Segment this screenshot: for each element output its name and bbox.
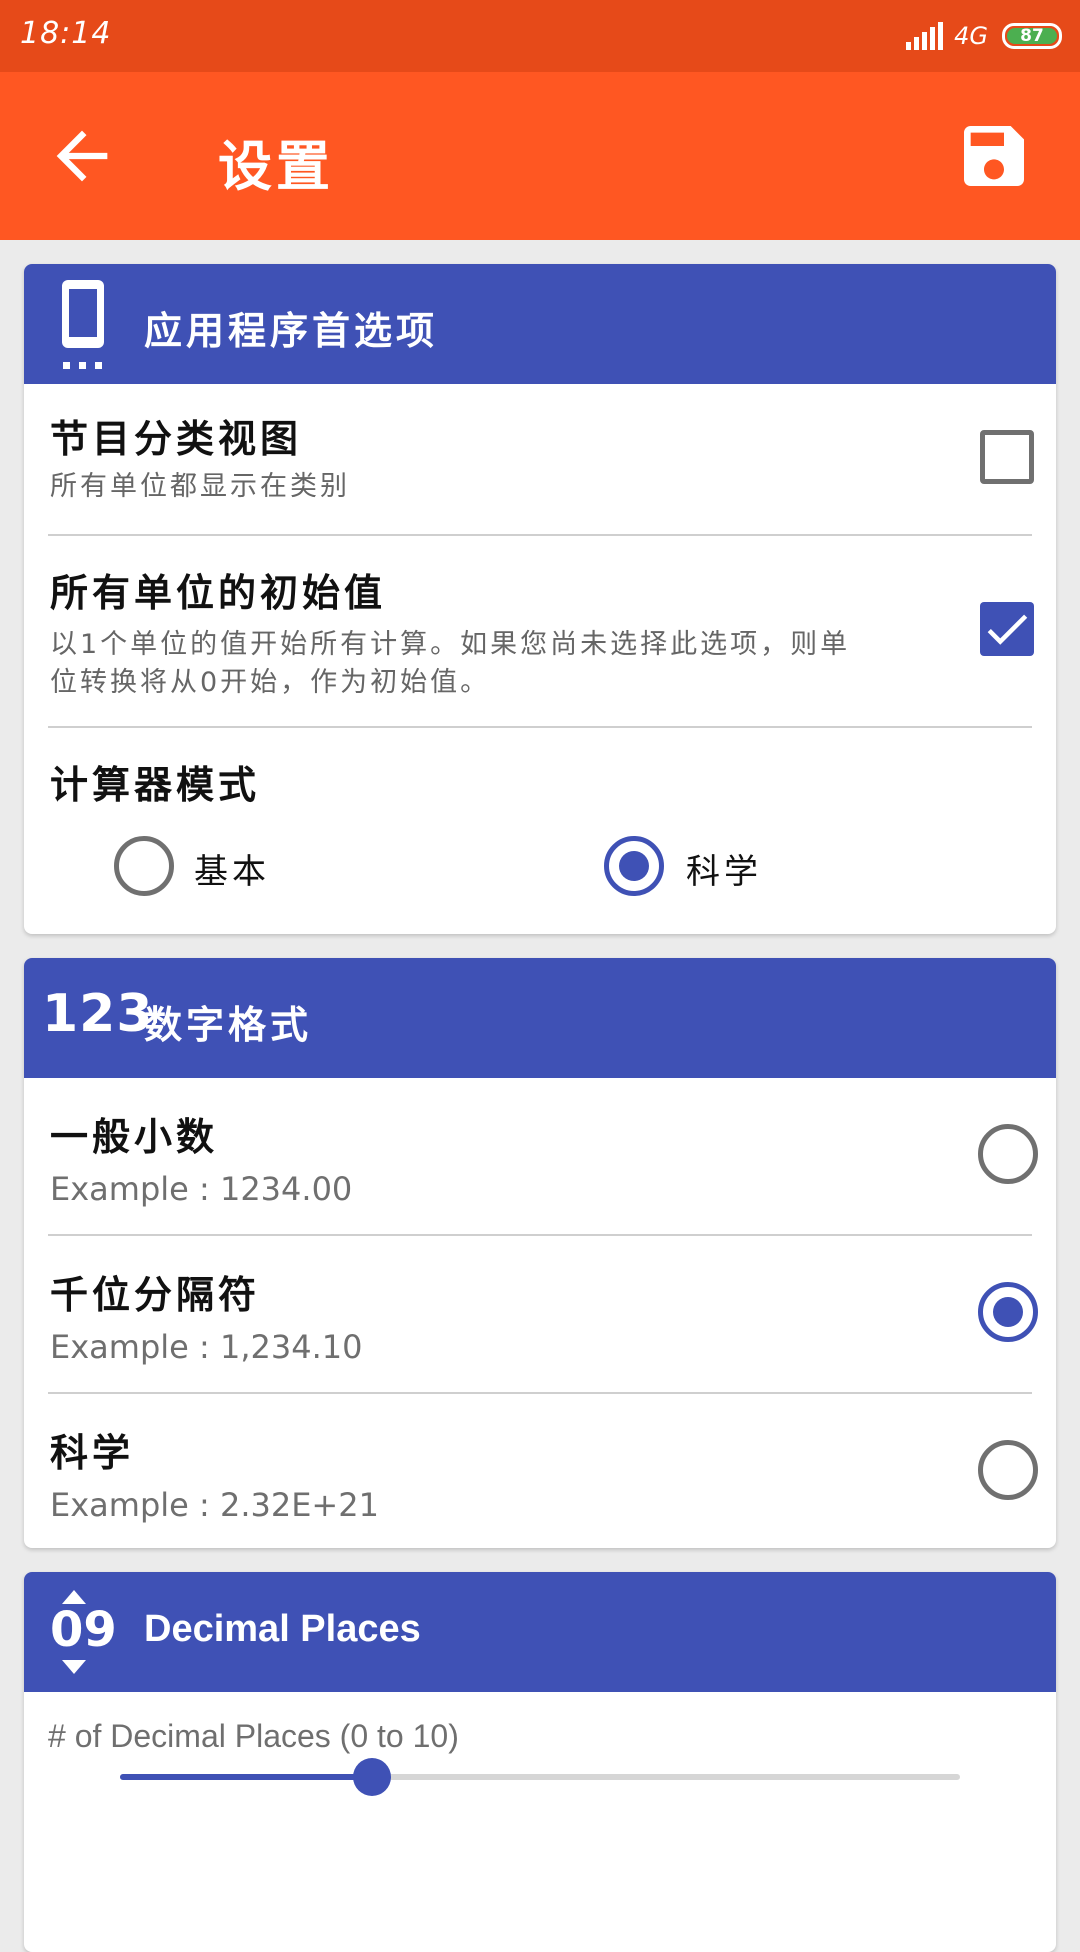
battery-level: 87 xyxy=(1007,28,1057,45)
calculator-mode-basic-label[interactable]: 基本 xyxy=(194,844,270,893)
phone-icon xyxy=(62,280,104,369)
status-bar: 18:14 4G 87 xyxy=(0,0,1080,72)
calculator-mode-scientific-radio[interactable] xyxy=(604,836,664,896)
number-format-option-row[interactable]: 科学 Example : 2.32E+21 xyxy=(48,1394,1038,1548)
status-indicators: 4G 87 xyxy=(906,18,1062,54)
arrow-back-icon xyxy=(56,130,108,182)
battery-icon: 87 xyxy=(1002,23,1062,49)
category-view-subtitle: 所有单位都显示在类别 xyxy=(50,471,350,502)
category-view-checkbox[interactable] xyxy=(980,430,1034,484)
initial-value-subtitle-line1: 以1个单位的值开始所有计算。如果您尚未选择此选项，则单 xyxy=(50,629,851,660)
app-preferences-header: 应用程序首选项 xyxy=(24,264,1056,384)
decimal-places-title: Decimal Places xyxy=(144,1608,421,1650)
back-button[interactable] xyxy=(44,118,120,194)
number-format-option-row[interactable]: 千位分隔符 Example : 1,234.10 xyxy=(48,1236,1038,1394)
decimal-places-label: # of Decimal Places (0 to 10) xyxy=(48,1718,459,1754)
scientific-format-radio[interactable] xyxy=(978,1440,1038,1500)
initial-value-checkbox[interactable] xyxy=(980,602,1034,656)
calculator-mode-title: 计算器模式 xyxy=(50,763,261,807)
number-format-title: 数字格式 xyxy=(144,1003,313,1047)
slider-thumb[interactable] xyxy=(353,1758,391,1796)
page-title: 设置 xyxy=(218,135,334,198)
status-time: 18:14 xyxy=(20,16,112,51)
save-icon xyxy=(964,126,1024,186)
check-icon xyxy=(987,614,1028,645)
scientific-format-example: Example : 2.32E+21 xyxy=(50,1486,379,1524)
decimal-places-card: 09 Decimal Places # of Decimal Places (0… xyxy=(24,1572,1056,1952)
number-format-option-row[interactable]: 一般小数 Example : 1234.00 xyxy=(48,1078,1038,1236)
app-preferences-card: 应用程序首选项 节目分类视图 所有单位都显示在类别 所有单位的初始值 以1个单位… xyxy=(24,264,1056,934)
number-123-icon: 123 xyxy=(42,984,154,1044)
thousands-separator-title: 千位分隔符 xyxy=(50,1273,261,1317)
category-view-row[interactable]: 节目分类视图 所有单位都显示在类别 xyxy=(48,384,1034,536)
thousands-separator-radio[interactable] xyxy=(978,1282,1038,1342)
decimal-places-slider[interactable] xyxy=(120,1758,960,1796)
initial-value-subtitle-line2: 位转换将从0开始，作为初始值。 xyxy=(50,667,491,698)
network-type: 4G xyxy=(954,22,988,50)
category-view-title: 节目分类视图 xyxy=(50,417,303,461)
app-preferences-title: 应用程序首选项 xyxy=(144,309,439,353)
signal-icon xyxy=(906,22,946,50)
thousands-separator-example: Example : 1,234.10 xyxy=(50,1328,363,1366)
decimal-stepper-down-icon xyxy=(62,1660,86,1674)
calculator-mode-scientific-label[interactable]: 科学 xyxy=(686,844,762,893)
calculator-mode-row: 计算器模式 基本 科学 xyxy=(48,728,1032,934)
general-decimal-radio[interactable] xyxy=(978,1124,1038,1184)
initial-value-row[interactable]: 所有单位的初始值 以1个单位的值开始所有计算。如果您尚未选择此选项，则单 位转换… xyxy=(48,536,1034,728)
general-decimal-title: 一般小数 xyxy=(50,1115,219,1159)
scientific-format-title: 科学 xyxy=(50,1431,135,1475)
decimal-places-header: 09 Decimal Places xyxy=(24,1572,1056,1692)
slider-fill xyxy=(120,1774,372,1780)
general-decimal-example: Example : 1234.00 xyxy=(50,1170,353,1208)
decimal-09-icon: 09 xyxy=(50,1602,117,1658)
save-button[interactable] xyxy=(954,116,1034,196)
app-bar: 设置 xyxy=(0,72,1080,240)
number-format-header: 123 数字格式 xyxy=(24,958,1056,1078)
calculator-mode-basic-radio[interactable] xyxy=(114,836,174,896)
initial-value-title: 所有单位的初始值 xyxy=(50,571,387,615)
number-format-card: 123 数字格式 一般小数 Example : 1234.00 千位分隔符 Ex… xyxy=(24,958,1056,1548)
